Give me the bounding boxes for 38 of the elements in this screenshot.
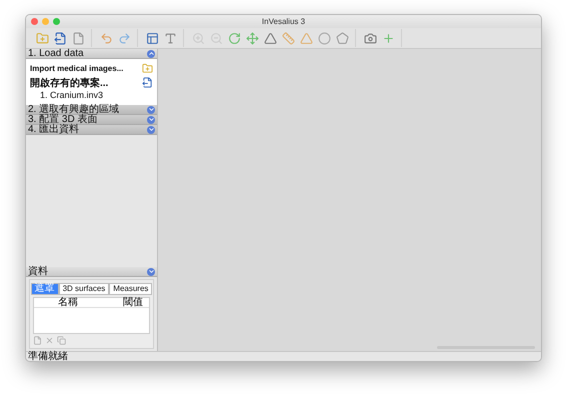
chevron-icon <box>147 126 155 134</box>
ruler-icon[interactable] <box>281 30 296 46</box>
ellipse-icon[interactable] <box>317 30 332 46</box>
chevron-icon <box>147 116 155 124</box>
zoom-icon[interactable] <box>53 18 60 25</box>
tab[interactable]: 遮罩 <box>30 283 59 295</box>
file-output-icon[interactable] <box>53 30 68 46</box>
panel-header[interactable]: 資料 <box>26 267 157 277</box>
section-header[interactable]: 2. 選取有興趣的區域 <box>26 105 157 115</box>
redo-icon[interactable] <box>117 30 132 46</box>
action-link[interactable]: 開啟存有的專案... <box>30 76 108 90</box>
action-link[interactable]: Import medical images... <box>30 64 124 73</box>
duplicate-icon[interactable] <box>57 336 66 345</box>
file-output-icon <box>142 77 153 88</box>
section-header[interactable]: 1. Load data <box>26 49 157 59</box>
minimize-icon[interactable] <box>42 18 49 25</box>
polygon-icon[interactable] <box>335 30 350 46</box>
chevron-icon <box>147 268 155 276</box>
status-text: 準備就緒 <box>26 351 541 361</box>
delete-icon[interactable] <box>45 336 54 345</box>
folder-plus-icon <box>142 63 153 74</box>
window-title: InVesalius 3 <box>262 17 306 26</box>
camera-icon[interactable] <box>363 30 378 46</box>
undo-icon[interactable] <box>99 30 114 46</box>
column-header: 閾值 <box>122 298 144 307</box>
file-icon[interactable] <box>71 30 86 46</box>
rotate-icon[interactable] <box>227 30 242 46</box>
layout-icon[interactable] <box>145 30 160 46</box>
new-file-icon[interactable] <box>33 336 42 345</box>
close-icon[interactable] <box>31 18 38 25</box>
recent-project-link[interactable]: 1. Cranium.inv3 <box>30 90 153 102</box>
column-header: 名稱 <box>57 298 79 307</box>
tab[interactable]: Measures <box>109 283 152 295</box>
tab[interactable]: 3D surfaces <box>58 283 110 295</box>
text-icon[interactable] <box>163 30 178 46</box>
move-icon[interactable] <box>245 30 260 46</box>
section-header[interactable]: 4. 匯出資料 <box>26 125 157 135</box>
section-header[interactable]: 3. 配置 3D 表面 <box>26 115 157 125</box>
